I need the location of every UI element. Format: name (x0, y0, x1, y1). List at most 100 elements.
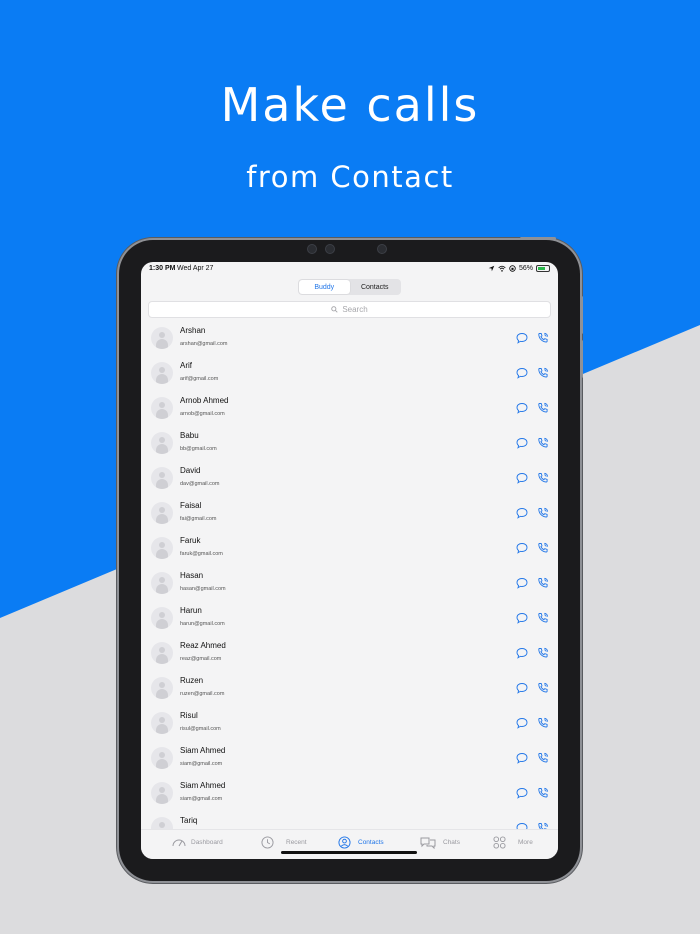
search-icon (331, 306, 338, 313)
contact-name: Harun (180, 606, 202, 615)
avatar (151, 642, 173, 664)
chat-bubble-icon[interactable] (516, 367, 528, 379)
contact-email: faruk@gmail.com (180, 551, 223, 557)
avatar (151, 467, 173, 489)
tab-chats[interactable]: Chats (420, 836, 460, 849)
contact-name: Arnob Ahmed (180, 396, 229, 405)
phone-call-icon[interactable] (537, 787, 549, 799)
phone-call-icon[interactable] (537, 542, 549, 554)
segment-buddy[interactable]: Buddy (299, 280, 350, 294)
promo-headline: Make calls (220, 78, 480, 132)
contact-row[interactable]: Harun harun@gmail.com (141, 601, 558, 636)
phone-call-icon[interactable] (537, 507, 549, 519)
contact-name: Ruzen (180, 676, 204, 685)
phone-call-icon[interactable] (537, 682, 549, 694)
phone-call-icon[interactable] (537, 612, 549, 624)
chat-bubble-icon[interactable] (516, 822, 528, 829)
status-bar: 1:30 PM Wed Apr 27 56% (141, 262, 558, 276)
tab-dashboard[interactable]: Dashboard (171, 836, 223, 848)
volume-down-button (580, 340, 583, 378)
phone-call-icon[interactable] (537, 752, 549, 764)
phone-call-icon[interactable] (537, 367, 549, 379)
avatar (151, 817, 173, 829)
tab-recent[interactable]: Recent (261, 836, 307, 849)
status-date: Wed Apr 27 (177, 265, 214, 272)
contact-name: Siam Ahmed (180, 781, 226, 790)
search-input[interactable]: Search (148, 301, 551, 318)
contact-name: Siam Ahmed (180, 746, 226, 755)
chat-bubble-icon[interactable] (516, 682, 528, 694)
tab-contacts[interactable]: Contacts (338, 836, 384, 849)
contact-row[interactable]: Hasan hasan@gmail.com (141, 566, 558, 601)
chat-bubble-icon[interactable] (516, 332, 528, 344)
avatar (151, 432, 173, 454)
phone-call-icon[interactable] (537, 437, 549, 449)
avatar (151, 502, 173, 524)
contact-name: Arshan (180, 326, 206, 335)
lock-rotation-icon (509, 265, 516, 272)
phone-call-icon[interactable] (537, 472, 549, 484)
contact-email: harun@gmail.com (180, 621, 225, 627)
contact-name: Reaz Ahmed (180, 641, 226, 650)
contacts-icon (338, 836, 351, 849)
contact-name: Hasan (180, 571, 204, 580)
phone-call-icon[interactable] (537, 717, 549, 729)
contact-row[interactable]: David dav@gmail.com (141, 461, 558, 496)
contact-email: siam@gmail.com (180, 761, 223, 767)
clock-icon (261, 836, 274, 849)
contact-row[interactable]: Tariq (141, 811, 558, 829)
phone-call-icon[interactable] (537, 332, 549, 344)
top-button (520, 237, 556, 240)
contact-name: Risul (180, 711, 198, 720)
contact-email: bb@gmail.com (180, 446, 217, 452)
avatar (151, 607, 173, 629)
avatar (151, 677, 173, 699)
chat-bubble-icon[interactable] (516, 472, 528, 484)
contact-row[interactable]: Faruk faruk@gmail.com (141, 531, 558, 566)
contact-row[interactable]: Faisal fai@gmail.com (141, 496, 558, 531)
wifi-icon (498, 265, 506, 272)
contact-row[interactable]: Risul risul@gmail.com (141, 706, 558, 741)
dashboard-icon (172, 839, 186, 847)
contact-email: fai@gmail.com (180, 516, 217, 522)
chat-bubble-icon[interactable] (516, 752, 528, 764)
contact-name: Arif (180, 361, 192, 370)
chat-bubble-icon[interactable] (516, 437, 528, 449)
chat-bubble-icon[interactable] (516, 577, 528, 589)
contact-row[interactable]: Arif arif@gmail.com (141, 356, 558, 391)
contact-row[interactable]: Arnob Ahmed arnob@gmail.com (141, 391, 558, 426)
contact-email: ruzen@gmail.com (180, 691, 225, 697)
chat-bubble-icon[interactable] (516, 507, 528, 519)
battery-percent: 56% (518, 265, 533, 272)
contact-email: hasan@gmail.com (180, 586, 226, 592)
phone-call-icon[interactable] (537, 822, 549, 829)
avatar (151, 537, 173, 559)
contact-row[interactable]: Babu bb@gmail.com (141, 426, 558, 461)
tab-label: Dashboard (191, 838, 223, 846)
device-screen: 1:30 PM Wed Apr 27 56% Buddy Contacts Se… (141, 262, 558, 859)
chat-bubble-icon[interactable] (516, 717, 528, 729)
tab-more[interactable]: More (493, 836, 533, 849)
segment-contacts[interactable]: Contacts (350, 280, 401, 294)
contact-row[interactable]: Siam Ahmed siam@gmail.com (141, 741, 558, 776)
contact-email: dav@gmail.com (180, 481, 220, 487)
front-camera (325, 244, 335, 254)
contact-row[interactable]: Arshan arshan@gmail.com (141, 321, 558, 356)
phone-call-icon[interactable] (537, 402, 549, 414)
contact-row[interactable]: Ruzen ruzen@gmail.com (141, 671, 558, 706)
chat-bubble-icon[interactable] (516, 647, 528, 659)
phone-call-icon[interactable] (537, 577, 549, 589)
avatar (151, 782, 173, 804)
contact-name: Tariq (180, 816, 198, 825)
avatar (151, 327, 173, 349)
phone-call-icon[interactable] (537, 647, 549, 659)
front-sensor (377, 244, 387, 254)
chat-bubble-icon[interactable] (516, 787, 528, 799)
contact-row[interactable]: Siam Ahmed siam@gmail.com (141, 776, 558, 811)
status-time: 1:30 PM (149, 265, 176, 272)
chat-bubble-icon[interactable] (516, 542, 528, 554)
contact-name: Faruk (180, 536, 201, 545)
chat-bubble-icon[interactable] (516, 612, 528, 624)
contact-row[interactable]: Reaz Ahmed reaz@gmail.com (141, 636, 558, 671)
chat-bubble-icon[interactable] (516, 402, 528, 414)
